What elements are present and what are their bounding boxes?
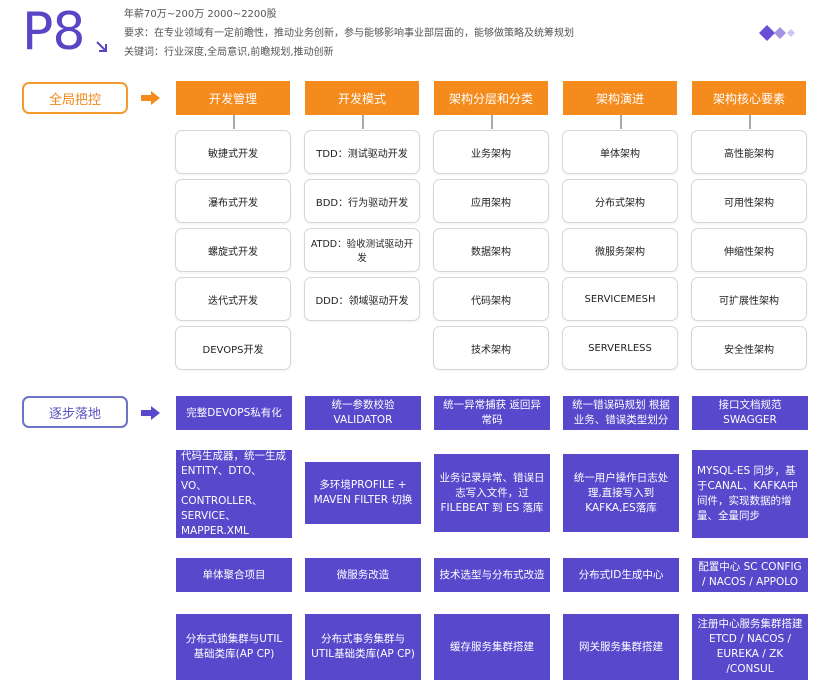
task-box: 统一异常捕获 返回异常码: [434, 396, 550, 430]
task-box: 网关服务集群搭建: [563, 614, 679, 680]
keywords-text: 关键词：行业深度,全局意识,前瞻规划,推动创新: [124, 47, 334, 58]
level-title: P8: [22, 2, 85, 62]
task-box: 业务记录异常、错误日志写入文件，过FILEBEAT 到 ES 落库: [434, 454, 550, 532]
connector-line: [362, 115, 364, 129]
item-box: 代码架构: [433, 277, 549, 321]
page-header: P8 年薪70万~200万 2000~2200股 要求：在专业领域有一定前瞻性，…: [0, 0, 826, 70]
item-box: SERVICEMESH: [562, 277, 678, 321]
column-header-dev-mode: 开发模式: [305, 81, 419, 115]
task-box: 单体聚合项目: [176, 558, 292, 592]
section-label-global: 全局把控: [22, 82, 128, 114]
connector-line: [620, 115, 622, 129]
item-box: BDD：行为驱动开发: [304, 179, 420, 223]
item-box: 分布式架构: [562, 179, 678, 223]
task-box: 微服务改造: [305, 558, 421, 592]
item-box: TDD：测试驱动开发: [304, 130, 420, 174]
task-box: 注册中心服务集群搭建 ETCD / NACOS / EUREKA / ZK /C…: [692, 614, 808, 680]
salary-text: 年薪70万~200万 2000~2200股: [124, 9, 277, 20]
task-box: 接口文档规范 SWAGGER: [692, 396, 808, 430]
task-box: 分布式事务集群与UTIL基础类库(AP CP): [305, 614, 421, 680]
diamond-logo-icon: [759, 25, 795, 41]
connector-line: [491, 115, 493, 129]
task-box: MYSQL-ES 同步，基于CANAL、KAFKA中间件，实现数据的增量、全量同…: [692, 450, 808, 538]
task-box: 统一用户操作日志处理,直接写入到KAFKA,ES落库: [563, 454, 679, 532]
item-box: 技术架构: [433, 326, 549, 370]
item-box: 可扩展性架构: [691, 277, 807, 321]
item-box: 数据架构: [433, 228, 549, 272]
task-box: 统一错误码规划 根据业务、错误类型划分: [563, 396, 679, 430]
connector-line: [233, 115, 235, 129]
task-box: 统一参数校验 VALIDATOR: [305, 396, 421, 430]
item-box: DDD：领域驱动开发: [304, 277, 420, 321]
task-box: 缓存服务集群搭建: [434, 614, 550, 680]
item-box: 螺旋式开发: [175, 228, 291, 272]
item-box: 敏捷式开发: [175, 130, 291, 174]
item-box: 可用性架构: [691, 179, 807, 223]
column-header-arch-core: 架构核心要素: [692, 81, 806, 115]
arrow-right-icon: [141, 406, 160, 420]
resize-arrow-icon: [96, 41, 107, 52]
item-box: 迭代式开发: [175, 277, 291, 321]
item-box: 应用架构: [433, 179, 549, 223]
item-box: 伸缩性架构: [691, 228, 807, 272]
connector-line: [749, 115, 751, 129]
item-box: DEVOPS开发: [175, 326, 291, 370]
task-box: 代码生成器，统一生成ENTITY、DTO、VO、CONTROLLER、SERVI…: [176, 450, 292, 538]
item-box: 微服务架构: [562, 228, 678, 272]
item-box: 瀑布式开发: [175, 179, 291, 223]
task-box: 技术选型与分布式改造: [434, 558, 550, 592]
task-box: 完整DEVOPS私有化: [176, 396, 292, 430]
item-box: 安全性架构: [691, 326, 807, 370]
task-box: 配置中心 SC CONFIG / NACOS / APPOLO: [692, 558, 808, 592]
requirement-text: 要求：在专业领域有一定前瞻性，推动业务创新，参与能够影响事业部层面的，能够做策略…: [124, 28, 574, 39]
item-box: 单体架构: [562, 130, 678, 174]
item-box: SERVERLESS: [562, 326, 678, 370]
section-label-landing: 逐步落地: [22, 396, 128, 428]
item-box: 业务架构: [433, 130, 549, 174]
task-box: 分布式锁集群与UTIL基础类库(AP CP): [176, 614, 292, 680]
arrow-right-icon: [141, 91, 160, 105]
item-box: ATDD：验收测试驱动开发: [304, 228, 420, 272]
item-box: 高性能架构: [691, 130, 807, 174]
task-box: 多环境PROFILE + MAVEN FILTER 切换: [305, 462, 421, 524]
column-header-arch-evolution: 架构演进: [563, 81, 677, 115]
column-header-dev-management: 开发管理: [176, 81, 290, 115]
task-box: 分布式ID生成中心: [563, 558, 679, 592]
column-header-arch-layers: 架构分层和分类: [434, 81, 548, 115]
